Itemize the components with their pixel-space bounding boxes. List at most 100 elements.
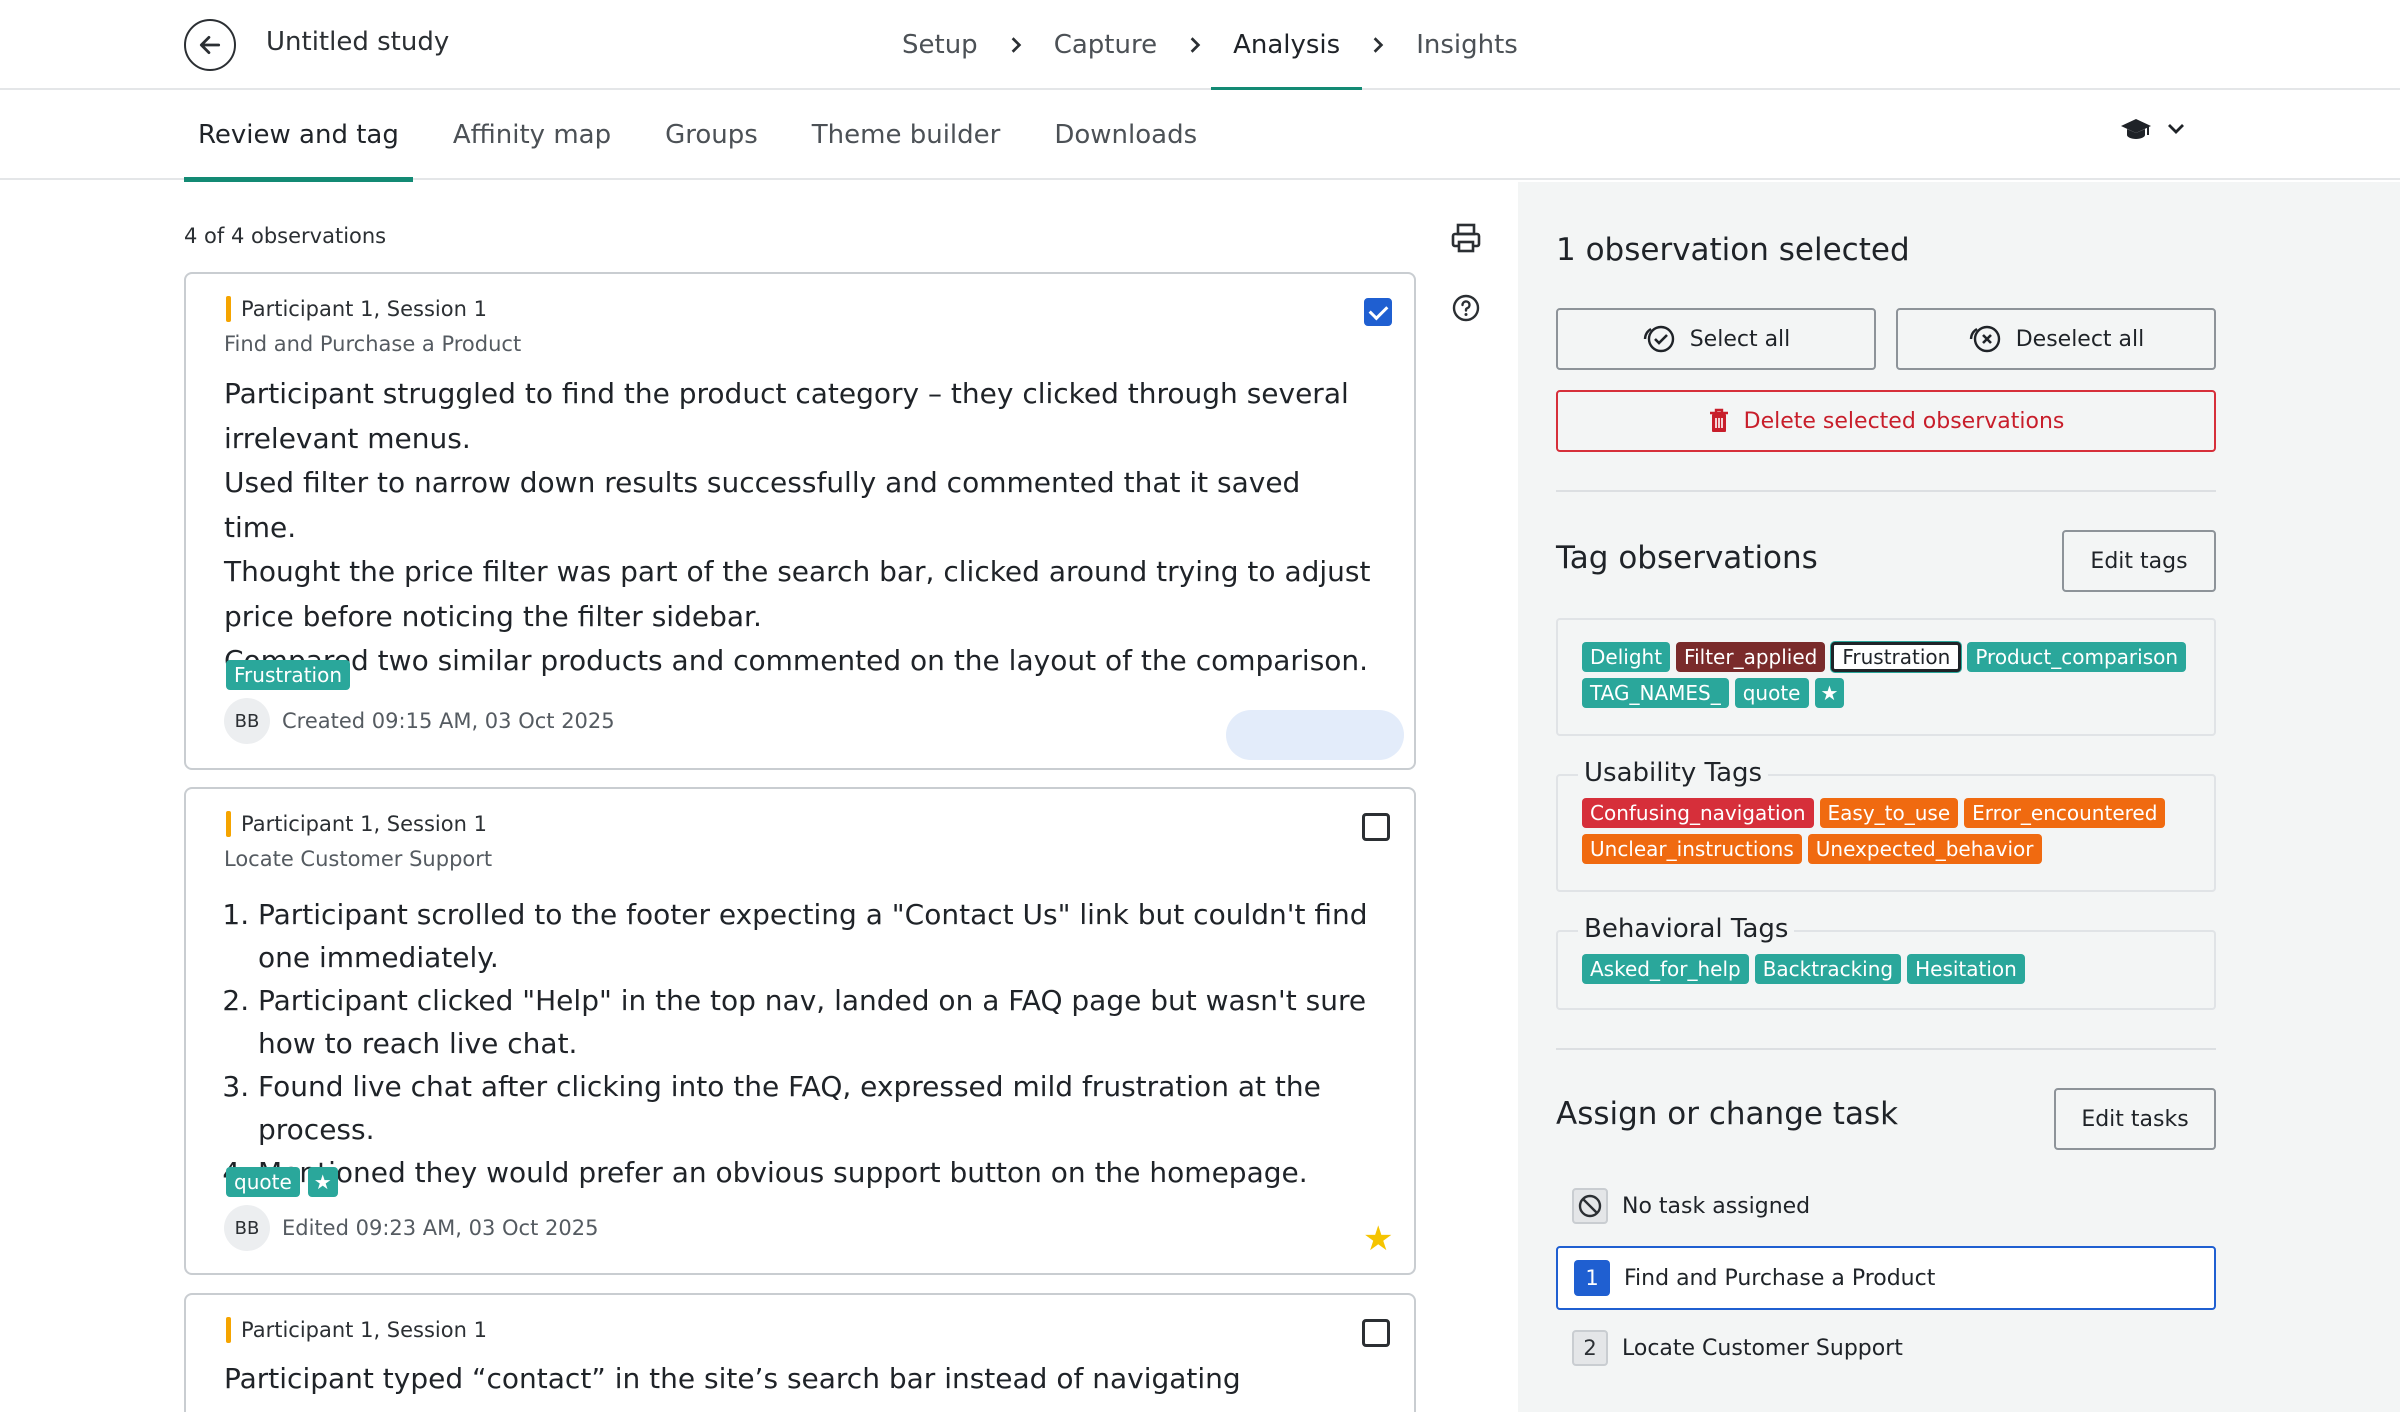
general-tags: Delight Filter_applied Frustration Produ…: [1582, 642, 2202, 708]
observation-line: Participant struggled to find the produc…: [224, 377, 1349, 455]
observation-tags: Frustration: [226, 660, 350, 690]
tab-theme-builder[interactable]: Theme builder: [798, 90, 1015, 180]
observation-tags: quote ★: [226, 1167, 338, 1197]
step-setup[interactable]: Setup: [880, 0, 1000, 90]
select-all-button[interactable]: Select all: [1556, 308, 1876, 370]
edit-tags-button[interactable]: Edit tags: [2062, 530, 2216, 592]
avatar: BB: [224, 698, 270, 744]
mode-menu[interactable]: [2120, 116, 2186, 142]
workflow-steps: Setup Capture Analysis Insights: [880, 0, 1540, 92]
step-label: Insights: [1416, 30, 1518, 60]
step-capture[interactable]: Capture: [1032, 0, 1179, 90]
observation-card[interactable]: Participant 1, Session 1 Find and Purcha…: [184, 272, 1416, 770]
chevron-right-icon: [1362, 0, 1394, 90]
tag-chip-quote[interactable]: quote: [1734, 678, 1809, 708]
tag-chip-product-comparison[interactable]: Product_comparison: [1967, 642, 2187, 672]
step-analysis[interactable]: Analysis: [1211, 0, 1363, 92]
graduation-cap-icon: [2121, 119, 2151, 139]
tag-chip-frustration[interactable]: Frustration: [1831, 642, 1962, 672]
participant-color-bar: [226, 1317, 231, 1343]
tag-chip-delight[interactable]: Delight: [1582, 642, 1671, 672]
step-insights[interactable]: Insights: [1394, 0, 1540, 90]
observation-card[interactable]: Participant 1, Session 1 Participant typ…: [184, 1293, 1416, 1412]
task-option-label: Find and Purchase a Product: [1624, 1265, 1936, 1291]
timestamp: Created 09:15 AM, 03 Oct 2025: [282, 709, 615, 733]
tag-section-title: Tag observations: [1556, 540, 1818, 576]
observation-text[interactable]: Participant struggled to find the produc…: [224, 372, 1374, 684]
participant-label: Participant 1, Session 1: [241, 812, 487, 836]
tab-review-and-tag[interactable]: Review and tag: [184, 90, 413, 182]
observation-card[interactable]: Participant 1, Session 1 Locate Customer…: [184, 787, 1416, 1275]
list-item: Participant clicked "Help" in the top na…: [258, 979, 1374, 1065]
tag-chip-hesitation[interactable]: Hesitation: [1907, 954, 2025, 984]
observation-footer: BB Edited 09:23 AM, 03 Oct 2025: [224, 1205, 598, 1251]
print-icon[interactable]: [1450, 222, 1482, 258]
divider: [1556, 490, 2216, 492]
chevron-down-icon: [2168, 124, 2184, 134]
task-label: Find and Purchase a Product: [224, 332, 522, 356]
observation-text[interactable]: Participant typed “contact” in the site’…: [224, 1357, 1374, 1412]
trash-icon: [1709, 408, 1728, 432]
check-circle-icon: [1643, 325, 1674, 353]
tag-chip[interactable]: quote: [226, 1167, 300, 1197]
back-button[interactable]: [184, 19, 236, 71]
delete-selected-label: Delete selected observations: [1743, 408, 2065, 434]
analysis-tabs: Review and tag Affinity map Groups Theme…: [184, 90, 1237, 182]
tag-chip-unexpected-behavior[interactable]: Unexpected_behavior: [1807, 834, 2042, 864]
general-tags-box: Delight Filter_applied Frustration Produ…: [1556, 618, 2216, 736]
task-section-title: Assign or change task: [1556, 1096, 1899, 1132]
step-label: Capture: [1053, 30, 1158, 60]
tag-chip-filter-applied[interactable]: Filter_applied: [1676, 642, 1826, 672]
tag-chip-asked-for-help[interactable]: Asked_for_help: [1582, 954, 1749, 984]
selection-count: 1 observation selected: [1556, 232, 1910, 268]
deselect-all-label: Deselect all: [2015, 326, 2145, 352]
delete-selected-button[interactable]: Delete selected observations: [1556, 390, 2216, 452]
observation-checkbox[interactable]: [1362, 813, 1390, 841]
deselect-all-button[interactable]: Deselect all: [1896, 308, 2216, 370]
edit-tasks-label: Edit tasks: [2081, 1106, 2189, 1132]
help-circle-icon[interactable]: [1452, 294, 1480, 326]
sub-navigation: Review and tag Affinity map Groups Theme…: [0, 90, 2400, 182]
observation-checkbox[interactable]: [1364, 298, 1392, 326]
participant-color-bar: [226, 811, 231, 837]
task-number: 1: [1574, 1260, 1610, 1296]
tag-chip-star[interactable]: ★: [1814, 678, 1845, 708]
tag-chip-error-encountered[interactable]: Error_encountered: [1964, 798, 2166, 828]
step-label: Analysis: [1233, 30, 1341, 60]
tab-affinity-map[interactable]: Affinity map: [439, 90, 625, 180]
behavioral-tags: Asked_for_help Backtracking Hesitation: [1582, 954, 2202, 984]
behavioral-tags-title: Behavioral Tags: [1578, 914, 1795, 944]
avatar: BB: [224, 1205, 270, 1251]
observation-footer: BB Created 09:15 AM, 03 Oct 2025: [224, 698, 615, 744]
observation-text[interactable]: Participant scrolled to the footer expec…: [224, 893, 1374, 1194]
tag-chip-easy-to-use[interactable]: Easy_to_use: [1819, 798, 1959, 828]
favorite-star-icon[interactable]: ★: [1363, 1219, 1393, 1259]
edit-tasks-button[interactable]: Edit tasks: [2054, 1088, 2216, 1150]
observation-meta: Participant 1, Session 1: [226, 1317, 487, 1343]
tag-chip-backtracking[interactable]: Backtracking: [1754, 954, 1902, 984]
tag-chip[interactable]: Frustration: [226, 660, 350, 690]
observation-list: Participant scrolled to the footer expec…: [224, 893, 1374, 1194]
tag-chip-unclear-instructions[interactable]: Unclear_instructions: [1582, 834, 1802, 864]
task-label: Locate Customer Support: [224, 847, 493, 871]
observation-checkbox[interactable]: [1362, 1319, 1390, 1347]
usability-tags: Confusing_navigation Easy_to_use Error_e…: [1582, 798, 2202, 864]
observation-meta: Participant 1, Session 1: [226, 296, 487, 322]
task-option-none[interactable]: No task assigned: [1556, 1174, 2216, 1238]
top-bar: Untitled study Setup Capture Analysis In…: [0, 0, 2400, 92]
task-option-2[interactable]: 2 Locate Customer Support: [1556, 1316, 2216, 1380]
arrow-left-icon: [199, 36, 221, 54]
observation-count: 4 of 4 observations: [184, 224, 387, 248]
loading-placeholder: [1226, 710, 1404, 760]
tab-groups[interactable]: Groups: [651, 90, 772, 180]
list-item: Found live chat after clicking into the …: [258, 1065, 1374, 1151]
tab-downloads[interactable]: Downloads: [1040, 90, 1211, 180]
tag-chip-confusing-navigation[interactable]: Confusing_navigation: [1582, 798, 1814, 828]
chevron-right-icon: [1179, 0, 1211, 90]
timestamp: Edited 09:23 AM, 03 Oct 2025: [282, 1216, 599, 1240]
task-option-1[interactable]: 1 Find and Purchase a Product: [1556, 1246, 2216, 1310]
study-title[interactable]: Untitled study: [266, 27, 449, 57]
star-tag-chip[interactable]: ★: [307, 1167, 338, 1197]
tag-chip-tag-names[interactable]: TAG_NAMES_: [1582, 678, 1729, 708]
edit-tags-label: Edit tags: [2090, 548, 2188, 574]
